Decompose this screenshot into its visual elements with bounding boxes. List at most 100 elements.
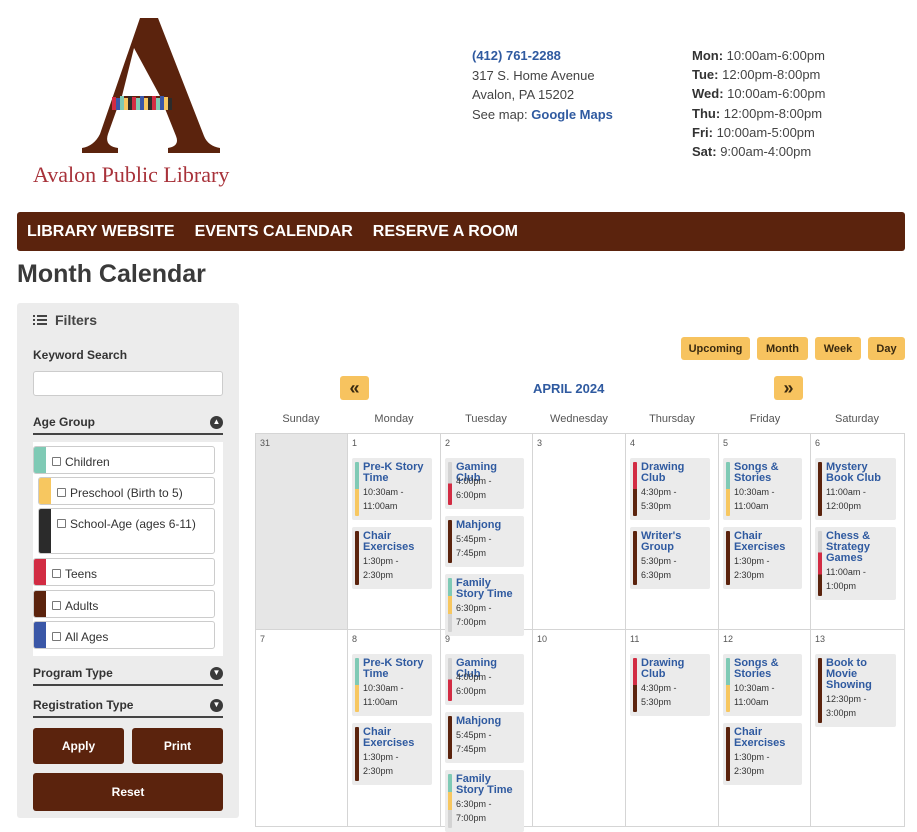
phone-link[interactable]: (412) 761-2288 <box>472 46 613 66</box>
google-maps-link[interactable]: Google Maps <box>531 107 613 122</box>
calendar-event[interactable]: Writer's Group 5:30pm - 6:30pm <box>630 527 710 589</box>
event-age-bar <box>818 531 822 596</box>
age-filter-option[interactable]: School-Age (ages 6-11) <box>38 508 215 554</box>
calendar-event[interactable]: Chair Exercises 1:30pm - 2:30pm <box>723 527 802 589</box>
event-time: 2:30pm <box>734 569 765 580</box>
keyword-search-input[interactable] <box>33 371 223 396</box>
event-title-link[interactable]: Drawing Club <box>641 462 708 484</box>
age-option-label: School-Age (ages 6-11) <box>70 517 196 531</box>
day-cell[interactable]: 10 <box>533 630 626 827</box>
age-checkbox[interactable] <box>52 601 61 610</box>
next-month-button[interactable]: » <box>774 376 803 400</box>
calendar-event[interactable]: Drawing Club 4:30pm - 5:30pm <box>630 458 710 520</box>
event-title-link[interactable]: Chess & Strategy Games <box>826 531 894 564</box>
day-cell[interactable]: 31 <box>256 434 348 630</box>
calendar-event[interactable]: Pre-K Story Time 10:30am - 11:00am <box>352 654 432 716</box>
event-time: 11:00am <box>734 500 769 511</box>
age-checkbox[interactable] <box>52 569 61 578</box>
calendar-event[interactable]: Mahjong 5:45pm - 7:45pm <box>445 516 524 567</box>
prev-month-button[interactable]: « <box>340 376 369 400</box>
event-title-link[interactable]: Chair Exercises <box>734 727 800 749</box>
calendar-event[interactable]: Family Story Time 6:30pm - 7:00pm <box>445 770 524 832</box>
event-time: 11:00am <box>734 696 769 707</box>
day-cell[interactable]: 8 Pre-K Story Time 10:30am - 11:00am Chair E… <box>348 630 441 827</box>
nav-reserve-room[interactable]: RESERVE A ROOM <box>373 223 518 241</box>
event-time: 7:45pm <box>456 743 487 754</box>
day-cell[interactable]: 11 Drawing Club 4:30pm - 5:30pm <box>626 630 719 827</box>
age-color-swatch <box>34 622 46 648</box>
calendar-event[interactable]: Gaming Club 4:00pm -6:00pm <box>445 458 524 509</box>
calendar-event[interactable]: Mystery Book Club 11:00am - 12:00pm <box>815 458 896 520</box>
calendar-event[interactable]: Gaming Club 4:00pm -6:00pm <box>445 654 524 705</box>
day-cell[interactable]: 4 Drawing Club 4:30pm - 5:30pm Writer's Grou… <box>626 434 719 630</box>
event-title-link[interactable]: Songs & Stories <box>734 658 800 680</box>
age-checkbox[interactable] <box>52 632 61 641</box>
event-title-link[interactable]: Mahjong <box>456 716 522 727</box>
age-filter-option[interactable]: All Ages <box>33 621 215 649</box>
view-upcoming-button[interactable]: Upcoming <box>681 337 750 360</box>
print-button[interactable]: Print <box>132 728 223 764</box>
age-filter-option[interactable]: Preschool (Birth to 5) <box>38 477 215 505</box>
event-age-bar <box>633 531 637 585</box>
event-title-link[interactable]: Writer's Group <box>641 531 708 553</box>
keyword-search-label: Keyword Search <box>33 348 128 362</box>
reset-button[interactable]: Reset <box>33 773 223 811</box>
event-title-link[interactable]: Drawing Club <box>641 658 708 680</box>
day-cell[interactable]: 6 Mystery Book Club 11:00am - 12:00pm Chess … <box>811 434 905 630</box>
event-title-link[interactable]: Songs & Stories <box>734 462 800 484</box>
calendar-event[interactable]: Book to Movie Showing 12:30pm - 3:00pm <box>815 654 896 727</box>
apply-button[interactable]: Apply <box>33 728 124 764</box>
event-title-link[interactable]: Mystery Book Club <box>826 462 894 484</box>
event-title-link[interactable]: Family Story Time <box>456 578 522 600</box>
event-title-link[interactable]: Book to Movie Showing <box>826 658 894 691</box>
age-option-label: Children <box>65 455 110 469</box>
main-nav: LIBRARY WEBSITE EVENTS CALENDAR RESERVE … <box>17 212 905 251</box>
calendar-event[interactable]: Family Story Time 6:30pm - 7:00pm <box>445 574 524 636</box>
day-cell[interactable]: 1 Pre-K Story Time 10:30am - 11:00am Chair E… <box>348 434 441 630</box>
age-checkbox[interactable] <box>57 519 66 528</box>
nav-library-website[interactable]: LIBRARY WEBSITE <box>27 223 175 241</box>
event-title-link[interactable]: Chair Exercises <box>363 531 430 553</box>
age-checkbox[interactable] <box>52 457 61 466</box>
calendar-event[interactable]: Songs & Stories 10:30am - 11:00am <box>723 654 802 716</box>
age-filter-option[interactable]: Children <box>33 446 215 474</box>
day-cell[interactable]: 5 Songs & Stories 10:30am - 11:00am Chair Ex… <box>719 434 811 630</box>
chevron-down-icon: ▼ <box>210 666 223 680</box>
calendar-event[interactable]: Chair Exercises 1:30pm - 2:30pm <box>352 723 432 785</box>
filters-header[interactable]: Filters <box>33 312 97 328</box>
event-time: 7:00pm <box>456 812 487 823</box>
event-age-bar <box>818 658 822 723</box>
event-title-link[interactable]: Chair Exercises <box>363 727 430 749</box>
nav-events-calendar[interactable]: EVENTS CALENDAR <box>195 223 353 241</box>
calendar-event[interactable]: Mahjong 5:45pm - 7:45pm <box>445 712 524 763</box>
calendar-event[interactable]: Chair Exercises 1:30pm - 2:30pm <box>723 723 802 785</box>
day-cell[interactable]: 13 Book to Movie Showing 12:30pm - 3:00pm <box>811 630 905 827</box>
view-week-button[interactable]: Week <box>815 337 861 360</box>
day-cell[interactable]: 3 <box>533 434 626 630</box>
view-month-button[interactable]: Month <box>757 337 808 360</box>
day-cell[interactable]: 7 <box>256 630 348 827</box>
age-filter-option[interactable]: Adults <box>33 590 215 618</box>
view-day-button[interactable]: Day <box>868 337 905 360</box>
registration-type-header[interactable]: Registration Type ▼ <box>33 694 223 718</box>
event-title-link[interactable]: Pre-K Story Time <box>363 658 430 680</box>
event-title-link[interactable]: Chair Exercises <box>734 531 800 553</box>
program-type-header[interactable]: Program Type ▼ <box>33 662 223 686</box>
age-checkbox[interactable] <box>57 488 66 497</box>
calendar-event[interactable]: Chair Exercises 1:30pm - 2:30pm <box>352 527 432 589</box>
day-cell[interactable]: 12 Songs & Stories 10:30am - 11:00am Chair E… <box>719 630 811 827</box>
age-filter-option[interactable]: Teens <box>33 558 215 586</box>
day-cell[interactable]: 9 Gaming Club 4:00pm -6:00pm Mahjong 5:45pm … <box>441 630 533 832</box>
event-title-link[interactable]: Mahjong <box>456 520 522 531</box>
calendar-event[interactable]: Pre-K Story Time 10:30am - 11:00am <box>352 458 432 520</box>
age-group-header[interactable]: Age Group ▲ <box>33 411 223 435</box>
calendar-event[interactable]: Songs & Stories 10:30am - 11:00am <box>723 458 802 520</box>
event-time: 7:00pm <box>456 616 487 627</box>
calendar-event[interactable]: Drawing Club 4:30pm - 5:30pm <box>630 654 710 716</box>
event-title-link[interactable]: Pre-K Story Time <box>363 462 430 484</box>
calendar-event[interactable]: Chess & Strategy Games 11:00am - 1:00pm <box>815 527 896 600</box>
event-title-link[interactable]: Family Story Time <box>456 774 522 796</box>
age-option-label: Teens <box>65 567 98 581</box>
day-cell[interactable]: 2 Gaming Club 4:00pm -6:00pm Mahjong 5:45pm … <box>441 434 533 636</box>
hours-row: Fri: 10:00am-5:00pm <box>692 124 815 140</box>
